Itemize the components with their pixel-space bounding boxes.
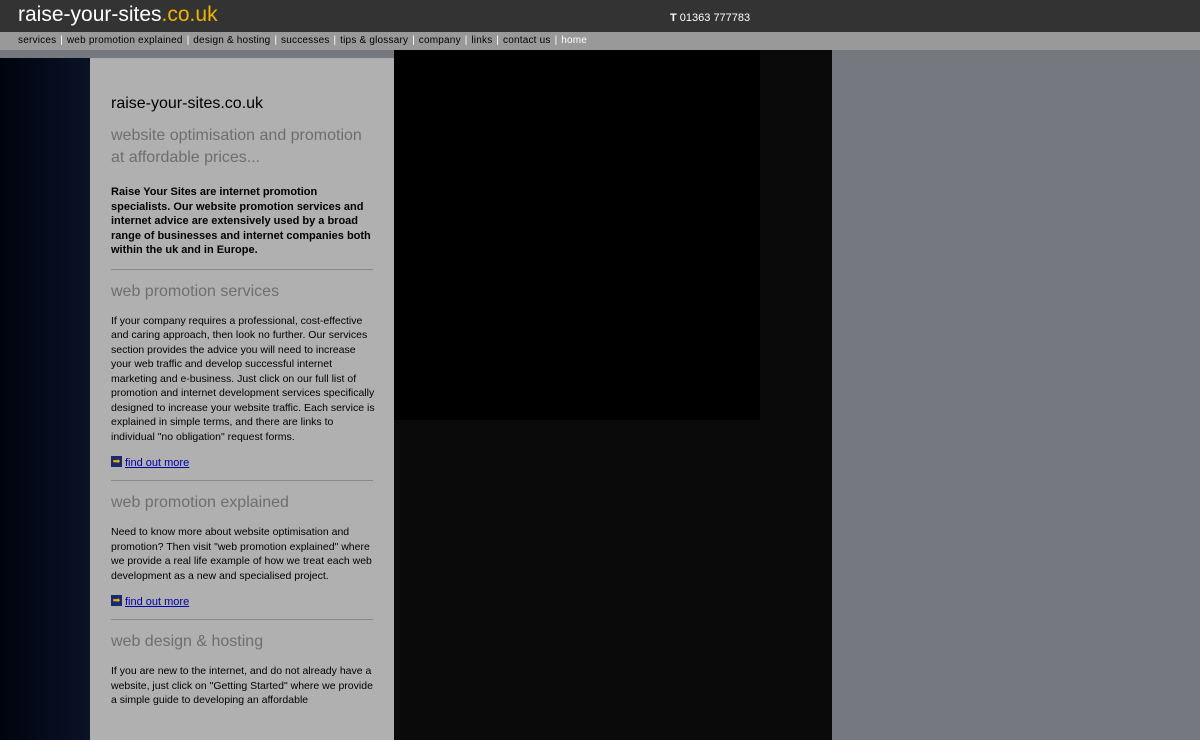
content-column: raise-your-sites.co.uk website optimisat… [90,58,394,740]
site-logo[interactable]: raise-your-sites.co.uk [18,3,218,27]
nav-item-home[interactable]: home [561,35,587,47]
nav-item-web-promotion-explained[interactable]: web promotion explained [67,35,183,47]
nav-item-successes[interactable]: successes [281,35,330,47]
find-out-more-anchor[interactable]: find out more [125,596,189,608]
section-title: web promotion services [111,282,280,300]
nav-separator: | [554,35,558,46]
phone-value: 01363 777783 [679,12,751,24]
main-nav: services | web promotion explained | design … [18,35,587,47]
section-title: web promotion explained [111,494,289,511]
nav-item-company[interactable]: company [419,35,461,47]
nav-separator: | [274,35,278,46]
nav-separator: | [333,35,337,46]
site-title: raise-your-sites.co.uk [111,95,264,112]
nav-item-contact-us[interactable]: contact us [503,35,551,47]
find-out-more-link[interactable]: ➡ find out more [111,594,375,608]
arrow-right-icon: ➡ [111,455,122,467]
section-body: If your company requires a professional,… [111,314,375,443]
media-placeholder [394,50,760,420]
header-bar: raise-your-sites.co.uk T 01363 777783 [0,0,1200,32]
nav-separator: | [412,35,415,46]
nav-separator: | [496,35,500,46]
find-out-more-link[interactable]: ➡ find out more [111,455,375,469]
divider [111,480,373,481]
find-out-more-anchor[interactable]: find out more [125,457,189,469]
nav-separator: | [60,35,63,46]
phone-number: T 01363 777783 [670,12,750,24]
nav-bar: services | web promotion explained | design … [0,32,1200,50]
nav-item-tips-glossary[interactable]: tips & glossary [340,35,408,47]
section-title: web design & hosting [111,633,264,650]
divider [111,268,373,270]
nav-separator: | [186,35,190,46]
section-body: If you are new to the internet, and do n… [111,665,373,706]
section-body: Need to know more about website optimisa… [111,526,372,582]
logo-tld: .co.uk [161,3,218,26]
left-decorative-panel [0,58,90,740]
arrow-right-icon: ➡ [111,594,122,606]
phone-prefix: T [670,12,677,24]
logo-main: raise-your-sites [18,3,162,26]
nav-item-design-hosting[interactable]: design & hosting [193,35,270,47]
divider [111,619,373,620]
tagline: website optimisation and promotion at af… [111,127,362,166]
intro-text: Raise Your Sites are internet promotion … [111,186,371,256]
left-top-strip [0,50,90,58]
nav-separator: | [464,35,468,46]
nav-item-links[interactable]: links [471,35,492,47]
nav-item-services[interactable]: services [18,35,56,47]
